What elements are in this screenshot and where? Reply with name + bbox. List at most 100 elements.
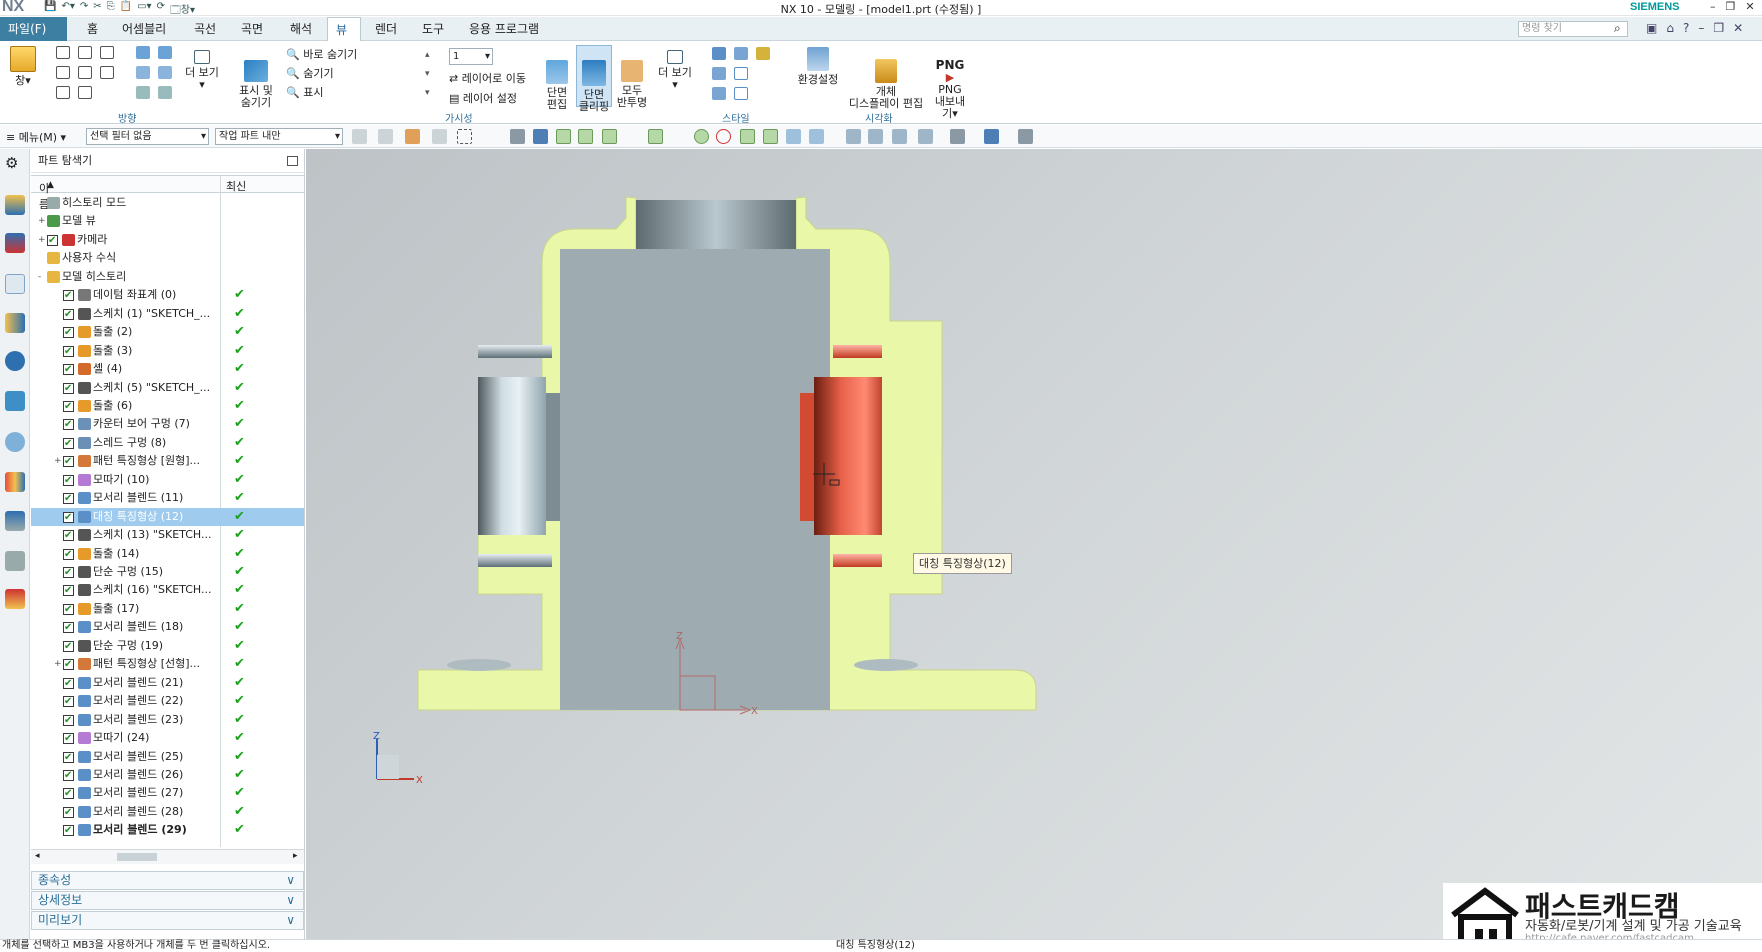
left-counterbore[interactable] (447, 659, 511, 671)
tree-row[interactable]: 대칭 특징형상 (12) ✔ (31, 507, 304, 527)
right-hole-bottom[interactable] (833, 554, 882, 567)
visibility-checkbox[interactable] (63, 730, 74, 748)
visibility-checkbox[interactable] (63, 435, 74, 453)
tab-tools[interactable]: 도구 (414, 17, 452, 41)
visibility-checkbox[interactable] (63, 472, 74, 490)
control-point-icon[interactable] (626, 129, 641, 144)
tree-row[interactable]: 모서리 블렌드 (18) ✔ (31, 618, 304, 637)
tree-row[interactable]: 셸 (4) ✔ (31, 360, 304, 379)
hidden-edges-icon[interactable] (734, 67, 748, 80)
constraint-navigator-icon[interactable] (5, 233, 25, 253)
panel-details[interactable]: 상세정보 ∨ (31, 891, 304, 910)
tree-row[interactable]: 모서리 블렌드 (23) ✔ (31, 711, 304, 730)
cube-icon[interactable] (984, 129, 999, 144)
assembly-navigator-icon[interactable] (5, 195, 25, 215)
visibility-checkbox[interactable] (63, 380, 74, 398)
ribbon-collapse-icon[interactable]: ⌂ (1666, 21, 1674, 35)
visibility-checkbox[interactable] (63, 712, 74, 730)
tab-file[interactable]: 파일(F) (0, 17, 67, 41)
restore-icon[interactable]: ❐ (1726, 0, 1736, 13)
end-point-icon[interactable] (578, 129, 593, 144)
preferences-button[interactable]: 환경설정 (796, 47, 840, 86)
trimetric-icon[interactable] (56, 46, 70, 59)
tree-row[interactable]: 스케치 (13) "SKETCH... ✔ (31, 526, 304, 545)
ribbon-scroll[interactable]: ▴ ▾ ▾ (425, 46, 430, 103)
tree-row[interactable]: 돌출 (6) ✔ (31, 397, 304, 416)
left-hole-bottom[interactable] (478, 554, 552, 567)
mid-point-icon[interactable] (602, 129, 617, 144)
shaded-icon[interactable] (734, 47, 748, 60)
maximize-icon[interactable] (287, 156, 298, 166)
fit-view-icon[interactable] (868, 129, 883, 144)
visibility-checkbox[interactable] (63, 675, 74, 693)
visibility-checkbox[interactable] (63, 822, 74, 840)
tree-row[interactable]: 모서리 블렌드 (26) ✔ (31, 766, 304, 785)
visibility-checkbox[interactable] (63, 287, 74, 305)
deselect-icon[interactable] (432, 129, 447, 144)
web-browser-icon[interactable] (5, 391, 25, 411)
tree-row[interactable]: 돌출 (17) ✔ (31, 600, 304, 619)
visibility-checkbox[interactable] (63, 361, 74, 379)
workspace-icon[interactable] (1018, 129, 1033, 144)
tab-render[interactable]: 렌더 (367, 17, 405, 41)
zoom-icon[interactable] (158, 46, 172, 59)
tree-row[interactable]: 단순 구멍 (15) ✔ (31, 563, 304, 582)
visibility-checkbox[interactable] (63, 453, 74, 471)
tree-row[interactable]: - 모델 히스토리 (31, 268, 304, 287)
back-view-icon[interactable] (78, 86, 92, 99)
left-view-icon[interactable] (100, 66, 114, 79)
core-solid[interactable] (560, 249, 830, 710)
tree-row[interactable]: 데이텀 좌표계 (0) ✔ (31, 286, 304, 305)
tree-row[interactable]: 모서리 블렌드 (28) ✔ (31, 803, 304, 822)
window-button[interactable]: 창▾ (8, 46, 38, 87)
restore-view-icon[interactable] (158, 86, 172, 99)
feature-select-icon[interactable] (533, 129, 548, 144)
translucent-all-button[interactable]: 모두 반투명 (614, 48, 650, 109)
wireframe-icon[interactable] (712, 67, 726, 80)
visibility-checkbox[interactable] (63, 785, 74, 803)
help-icon[interactable]: ? (1683, 21, 1689, 35)
expand-icon[interactable]: + (38, 212, 46, 230)
shaded-edges-icon[interactable] (712, 47, 726, 60)
visibility-checkbox[interactable] (63, 804, 74, 822)
process-studio-icon[interactable] (5, 472, 25, 492)
more-visibility-button[interactable]: 더 보기 ▾ (658, 50, 692, 91)
command-search-input[interactable]: 명령 찾기 (1518, 21, 1628, 37)
fit-icon[interactable] (136, 46, 150, 59)
panel-preview[interactable]: 미리보기 ∨ (31, 911, 304, 930)
visibility-checkbox[interactable] (63, 767, 74, 785)
visibility-checkbox[interactable] (63, 343, 74, 361)
visibility-checkbox[interactable] (47, 232, 58, 250)
tab-view[interactable]: 뷰 (327, 17, 361, 41)
mirrored-bore[interactable] (814, 377, 882, 535)
horizontal-scrollbar[interactable]: ◂ ▸ (31, 849, 304, 864)
plus-point-icon[interactable] (740, 129, 755, 144)
visibility-checkbox[interactable] (63, 693, 74, 711)
visibility-checkbox[interactable] (63, 619, 74, 637)
expand-icon[interactable]: + (54, 452, 62, 470)
quadrant-icon[interactable] (694, 129, 709, 144)
face-icon[interactable] (786, 129, 801, 144)
tree-row[interactable]: 돌출 (2) ✔ (31, 323, 304, 342)
png-export-button[interactable]: PNG ▶ PNG 내보내기▾ (930, 47, 970, 120)
right-view-icon[interactable] (78, 66, 92, 79)
tree-row[interactable]: 모따기 (10) ✔ (31, 471, 304, 490)
restore-doc-icon[interactable]: ❐ (1713, 21, 1724, 35)
top-view-icon[interactable] (100, 46, 114, 59)
menu-button[interactable]: ≡ 메뉴(M) ▾ (6, 129, 66, 145)
move-to-layer-button[interactable]: ⇄ 레이어로 이동 (449, 69, 526, 89)
solid-body-icon[interactable] (510, 129, 525, 144)
left-hole-top[interactable] (478, 345, 552, 358)
tree-row[interactable]: 스케치 (16) "SKETCH... ✔ (31, 581, 304, 600)
column-latest[interactable]: 최신 (226, 178, 246, 194)
tree-row[interactable]: 모서리 블렌드 (29) ✔ (31, 821, 304, 840)
layer-settings-button[interactable]: ▤ 레이어 설정 (449, 89, 526, 109)
visibility-checkbox[interactable] (63, 306, 74, 324)
edit-object-display-button[interactable]: 개체 디스플레이 편집 (848, 47, 924, 110)
tree-row[interactable]: 단순 구멍 (19) ✔ (31, 637, 304, 656)
pan-icon[interactable] (136, 66, 150, 79)
tab-assembly[interactable]: 어셈블리 (114, 17, 174, 41)
collapse-icon[interactable]: - (38, 268, 41, 286)
view-triad-icon[interactable] (846, 129, 861, 144)
tree-row[interactable]: 돌출 (3) ✔ (31, 342, 304, 361)
